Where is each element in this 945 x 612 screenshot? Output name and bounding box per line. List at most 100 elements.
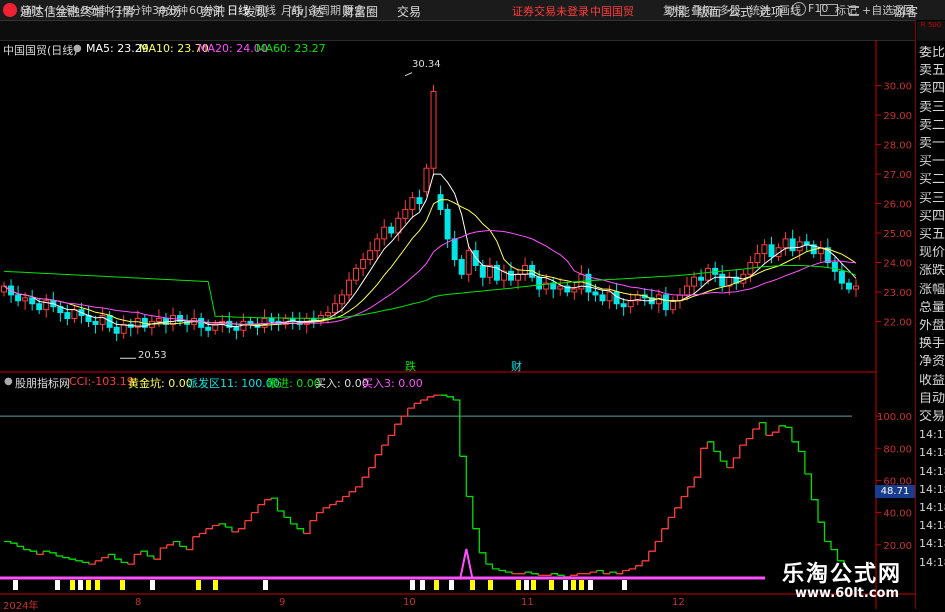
candle-body-38 bbox=[268, 317, 275, 322]
cci-step-91 bbox=[590, 570, 598, 573]
cci-step-123 bbox=[798, 450, 806, 474]
stock-chart[interactable]: 22.00 23.00 24.00 25.00 26.00 27.00 28.00 29.00… bbox=[0, 40, 915, 609]
candle-body-81 bbox=[571, 288, 578, 293]
cci-step-7 bbox=[43, 550, 51, 553]
main-ytick-label-6: 28.00 bbox=[883, 141, 912, 152]
cci-step-101 bbox=[655, 528, 663, 543]
quote-item-27: 14:18 bbox=[919, 537, 945, 551]
candle-body-112 bbox=[789, 238, 796, 252]
cci-step-106 bbox=[687, 477, 695, 488]
period-more[interactable]: 更多 bbox=[343, 2, 365, 18]
btn-huaxian[interactable]: 画线 bbox=[779, 2, 801, 18]
chevron-right-icon[interactable]: › bbox=[366, 3, 370, 14]
candle-body-102 bbox=[719, 273, 726, 287]
signal-marker-21 bbox=[563, 580, 568, 590]
period-fenshi[interactable]: 分时 bbox=[20, 2, 42, 18]
cci-step-26 bbox=[166, 541, 174, 546]
candle-body-107 bbox=[754, 253, 761, 263]
candle-body-17 bbox=[120, 323, 127, 334]
quote-item-26: 14:18 bbox=[919, 519, 945, 533]
dropdown-circle-icon[interactable]: ● bbox=[73, 43, 82, 54]
legend-ma60: MA60: 23.27 bbox=[256, 42, 326, 55]
cci-step-64 bbox=[414, 400, 422, 404]
candle-body-28 bbox=[198, 317, 205, 328]
period-week[interactable]: 周线 bbox=[254, 2, 276, 18]
main-ytick-label-8: 30.00 bbox=[883, 82, 912, 93]
candle-body-10 bbox=[71, 309, 78, 319]
period-multi[interactable]: 多周期 bbox=[308, 2, 341, 18]
signal-marker-24 bbox=[588, 580, 593, 590]
cci-step-66 bbox=[427, 395, 435, 398]
cci-step-103 bbox=[668, 507, 676, 519]
candle-body-53 bbox=[374, 238, 381, 252]
cci-step-95 bbox=[616, 570, 624, 575]
btn-tongji[interactable]: 统计 bbox=[749, 2, 771, 18]
candle-body-51 bbox=[360, 259, 367, 269]
watermark-url: www.60lt.com bbox=[795, 586, 900, 601]
cci-step-77 bbox=[498, 569, 507, 573]
candle-body-3 bbox=[22, 297, 29, 302]
quote-item-15: 外盘 bbox=[919, 319, 945, 332]
cci-step-14 bbox=[88, 560, 96, 565]
cci-step-38 bbox=[244, 512, 253, 522]
cci-step-121 bbox=[785, 426, 793, 442]
candle-body-118 bbox=[831, 261, 838, 272]
btn-zixuan[interactable]: +自选 bbox=[862, 2, 893, 18]
quote-item-11: 现价 bbox=[919, 246, 945, 260]
cci-step-59 bbox=[381, 435, 389, 446]
cci-step-30 bbox=[192, 533, 200, 538]
signal-marker-3 bbox=[78, 580, 83, 590]
ind-ytick-label-0: 20.00 bbox=[883, 541, 912, 552]
period-60min[interactable]: 60分钟 bbox=[189, 2, 225, 18]
cci-step-32 bbox=[205, 525, 214, 530]
cci-step-31 bbox=[199, 528, 207, 535]
btn-duogu[interactable]: 多股 bbox=[719, 2, 741, 18]
signal-marker-22 bbox=[571, 580, 576, 590]
indicator-name: 股朋指标网 bbox=[15, 377, 70, 390]
cci-step-81 bbox=[524, 571, 533, 574]
btn-f10[interactable]: F10 bbox=[808, 2, 828, 15]
signal-marker-11 bbox=[410, 580, 415, 590]
period-1min[interactable]: 1分钟 bbox=[48, 2, 77, 18]
cci-step-17 bbox=[108, 553, 116, 560]
cci-step-68 bbox=[440, 394, 448, 397]
period-day[interactable]: 日线 bbox=[227, 2, 249, 18]
quote-item-1: 卖五 bbox=[919, 64, 945, 78]
period-15min[interactable]: 15分钟 bbox=[116, 2, 152, 18]
quote-item-20[interactable]: 交易 bbox=[919, 410, 945, 423]
candle-body-120 bbox=[845, 282, 852, 290]
indicator-settings-icon[interactable]: ● bbox=[4, 376, 13, 387]
signal-marker-17 bbox=[516, 580, 521, 590]
cci-step-8 bbox=[49, 552, 57, 556]
cci-step-53 bbox=[342, 491, 350, 498]
btn-diejia[interactable]: 叠加 bbox=[691, 2, 713, 18]
candle-body-52 bbox=[367, 250, 374, 261]
low-price-label: 20.53 bbox=[138, 350, 167, 361]
candle-body-55 bbox=[388, 226, 395, 234]
menu-jiaoyi[interactable]: 交易 bbox=[397, 3, 421, 20]
cci-step-20 bbox=[127, 554, 135, 565]
cci-step-46 bbox=[297, 528, 305, 534]
period-30min[interactable]: 30分钟 bbox=[152, 2, 188, 18]
btn-biaoji[interactable]: 标记 bbox=[835, 2, 857, 18]
signal-marker-1 bbox=[55, 580, 60, 590]
cci-step-29 bbox=[186, 536, 194, 551]
period-toolbar bbox=[0, 21, 915, 41]
cci-step-28 bbox=[179, 545, 187, 550]
signal-marker-12 bbox=[420, 580, 425, 590]
period-month[interactable]: 月线 bbox=[281, 2, 303, 18]
candle-body-37 bbox=[261, 317, 268, 328]
period-5min[interactable]: 5分钟 bbox=[82, 2, 111, 18]
x-label-2024: 2024年 bbox=[3, 601, 39, 612]
cci-step-25 bbox=[160, 544, 168, 549]
legend-mairu3: 买入3: 0.00 bbox=[362, 377, 423, 390]
quote-item-19[interactable]: 自动 bbox=[919, 392, 945, 405]
btn-fanhui[interactable]: 返回 bbox=[892, 2, 914, 18]
trade-login-warning[interactable]: 证券交易未登录 bbox=[512, 3, 589, 19]
cci-step-108 bbox=[700, 441, 708, 449]
candle-body-76 bbox=[536, 276, 543, 290]
btn-fuquan[interactable]: 复权 bbox=[663, 2, 685, 18]
cci-step-93 bbox=[603, 572, 611, 575]
cci-step-61 bbox=[394, 416, 402, 425]
signal-marker-2 bbox=[70, 580, 75, 590]
